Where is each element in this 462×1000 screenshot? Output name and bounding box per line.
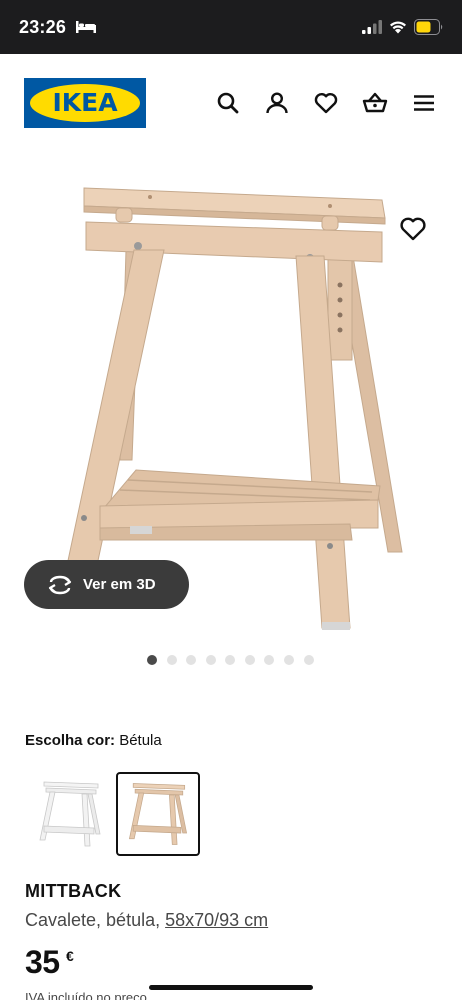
carousel-dot[interactable] [186, 655, 196, 665]
color-choice-label: Escolha cor: [25, 732, 116, 749]
home-indicator [149, 985, 313, 990]
wifi-icon [390, 21, 406, 34]
bed-icon [76, 21, 96, 33]
variant-birch-thumbnail[interactable] [116, 772, 200, 856]
birch-trestle-image [128, 783, 188, 845]
product-description: Cavalete, bétula, 58x70/93 cm [25, 910, 268, 931]
carousel-dot[interactable] [304, 655, 314, 665]
carousel-dots [145, 655, 325, 669]
menu-icon[interactable] [411, 90, 437, 116]
status-time: 23:26 [19, 17, 67, 37]
vat-note: IVA incluído no preço [25, 990, 147, 1000]
signal-icon [362, 20, 382, 34]
color-choice: Escolha cor: Bétula [25, 732, 162, 749]
product-name: MITTBACK [25, 881, 122, 901]
view-in-3d-label: Ver em 3D [83, 576, 156, 593]
product-type: Cavalete, bétula, [25, 910, 166, 930]
carousel-dot[interactable] [245, 655, 255, 665]
carousel-dot[interactable] [264, 655, 274, 665]
logo-text: IKEA [52, 88, 118, 117]
price-currency: € [66, 948, 74, 964]
ikea-logo[interactable]: IKEA [24, 78, 146, 128]
site-header: IKEA [0, 54, 462, 154]
carousel-dot[interactable] [167, 655, 177, 665]
search-icon[interactable] [215, 90, 241, 116]
carousel-dot[interactable] [206, 655, 216, 665]
status-bar: 23:26 [0, 0, 462, 54]
add-to-wishlist-icon[interactable] [398, 214, 428, 244]
basket-icon[interactable] [362, 90, 388, 116]
heart-icon[interactable] [313, 90, 339, 116]
product-size-link[interactable]: 58x70/93 cm [165, 910, 268, 930]
white-trestle-image [39, 781, 101, 847]
product-price: 35 [25, 944, 60, 980]
color-choice-value: Bétula [119, 732, 162, 749]
account-icon[interactable] [264, 90, 290, 116]
variant-white-thumbnail[interactable] [28, 772, 112, 856]
rotate-3d-icon [48, 575, 72, 595]
carousel-dot[interactable] [147, 655, 157, 665]
carousel-dot[interactable] [225, 655, 235, 665]
battery-icon [414, 19, 443, 35]
carousel-dot[interactable] [284, 655, 294, 665]
view-in-3d-button[interactable]: Ver em 3D [24, 560, 189, 609]
